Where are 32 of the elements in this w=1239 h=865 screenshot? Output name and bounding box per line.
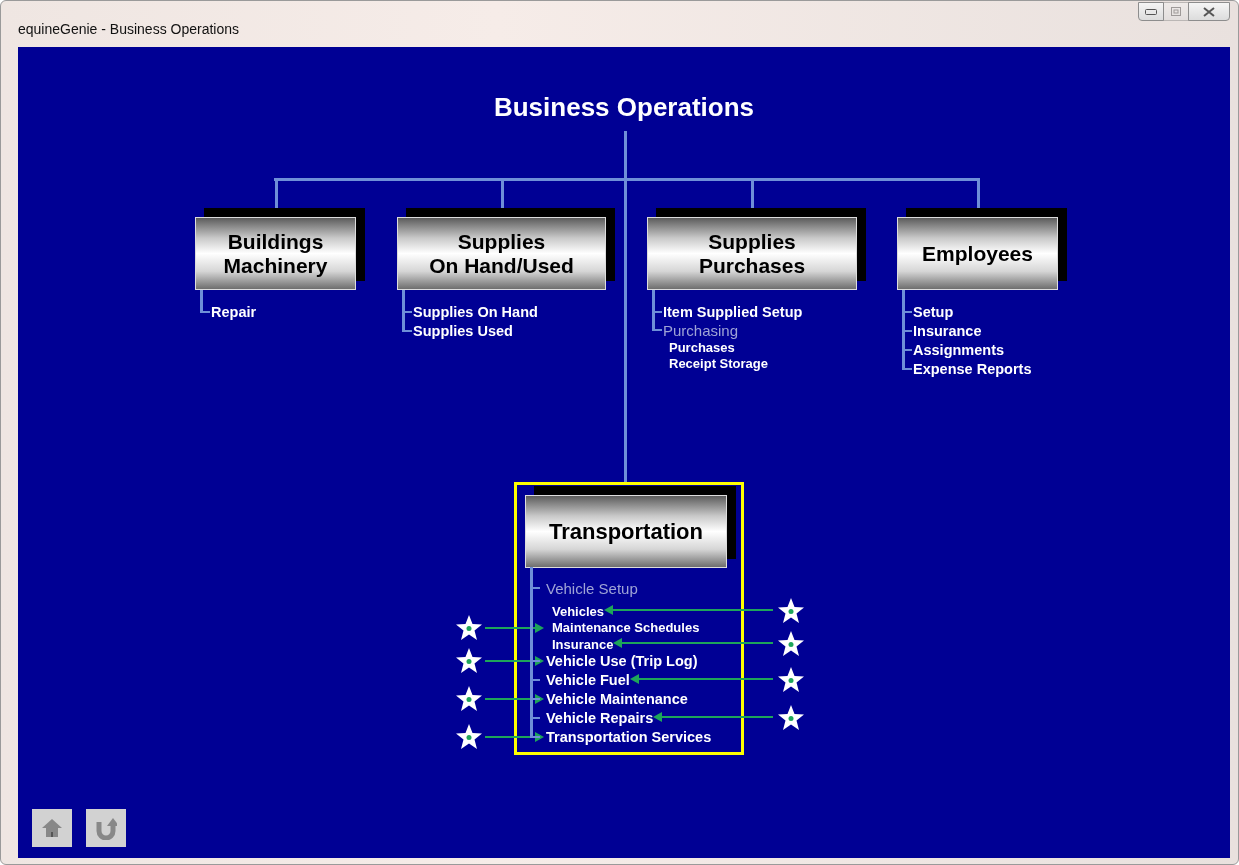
home-icon xyxy=(41,818,63,838)
menu-item[interactable]: Vehicle Repairs xyxy=(546,709,654,726)
menu-item[interactable]: Repair xyxy=(211,303,257,320)
menu-item[interactable]: Vehicle Setup xyxy=(546,579,638,597)
menu-item[interactable]: Insurance xyxy=(913,322,982,339)
menu-item[interactable]: Vehicle Fuel xyxy=(546,671,630,688)
undo-icon xyxy=(95,816,117,840)
menu-item[interactable]: Transportation Services xyxy=(546,728,712,745)
close-icon xyxy=(1203,6,1215,17)
menu-item[interactable]: Maintenance Schedules xyxy=(546,620,700,635)
window-title: equineGenie - Business Operations xyxy=(18,21,240,37)
undo-button[interactable] xyxy=(86,809,126,847)
menu-item[interactable]: Supplies Used xyxy=(413,322,513,339)
maximize-icon xyxy=(1171,7,1181,16)
close-button[interactable] xyxy=(1188,2,1230,21)
menu-item[interactable]: Vehicles xyxy=(546,603,605,619)
menu-item[interactable]: Insurance xyxy=(546,636,614,652)
home-button[interactable] xyxy=(32,809,72,847)
menu-item[interactable]: Vehicle Maintenance xyxy=(546,690,688,707)
minimize-button[interactable] xyxy=(1138,2,1164,21)
arrow xyxy=(485,731,544,742)
page-heading: Business Operations xyxy=(493,92,755,123)
menu-item[interactable]: Item Supplied Setup xyxy=(663,303,803,320)
menu-item[interactable]: Vehicle Use (Trip Log) xyxy=(546,652,698,669)
minimize-icon xyxy=(1145,8,1157,15)
menu-item[interactable]: Purchasing xyxy=(663,321,739,339)
menu-item[interactable]: Setup xyxy=(913,303,954,320)
menu-item[interactable]: Assignments xyxy=(913,341,1005,358)
menu-item[interactable]: Purchases xyxy=(663,339,735,355)
menu-item[interactable]: Receipt Storage xyxy=(663,356,768,372)
menu-item[interactable]: Expense Reports xyxy=(913,360,1032,377)
menu-item[interactable]: Supplies On Hand xyxy=(413,303,538,320)
